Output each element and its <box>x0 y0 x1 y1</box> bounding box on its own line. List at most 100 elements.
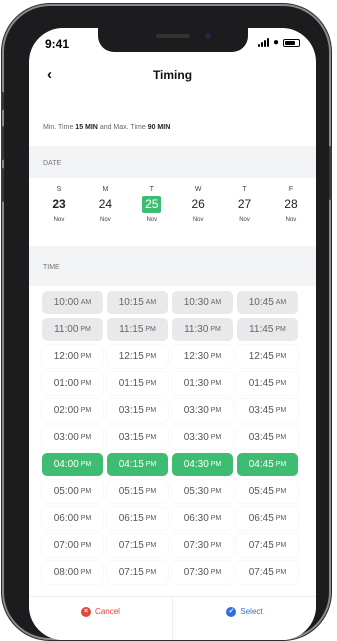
time-slot: 11:30 PM <box>172 318 233 341</box>
time-slot[interactable]: 07:45 PM <box>237 561 298 584</box>
time-slot-grid: 10:00 AM 10:15 AM 10:30 AM 10:45 AM 11:00 PM 11:15… <box>42 291 302 584</box>
slot-time: 05:30 <box>183 486 209 497</box>
time-slot[interactable]: 07:15 PM <box>107 561 168 584</box>
time-slot[interactable]: 03:30 PM <box>172 426 233 449</box>
date-option[interactable]: M 24 Nov <box>93 186 117 223</box>
time-slot[interactable]: 03:00 PM <box>42 426 103 449</box>
slot-time: 04:00 <box>53 459 79 470</box>
time-slot[interactable]: 12:30 PM <box>172 345 233 368</box>
time-slot[interactable]: 07:30 PM <box>172 534 233 557</box>
time-slot[interactable]: 12:15 PM <box>107 345 168 368</box>
min-time-value: 15 MIN <box>75 124 98 131</box>
slot-time: 07:30 <box>183 567 209 578</box>
slot-ampm: AM <box>275 299 287 306</box>
select-button[interactable]: ✓ Select <box>173 597 316 640</box>
time-slot: 11:15 PM <box>107 318 168 341</box>
slot-time: 11:45 <box>249 324 274 335</box>
slot-time: 01:00 <box>53 378 79 389</box>
date-option[interactable]: F 28 Nov <box>279 186 303 223</box>
slot-time: 11:15 <box>119 324 144 335</box>
max-time-value: 90 MIN <box>147 124 171 131</box>
page-title: Timing <box>152 68 193 82</box>
time-slot[interactable]: 12:00 PM <box>42 345 103 368</box>
time-slot[interactable]: 07:00 PM <box>42 534 103 557</box>
date-section-header: DATE <box>29 146 316 178</box>
time-slot[interactable]: 06:45 PM <box>237 507 298 530</box>
time-slot[interactable]: 03:45 PM <box>237 399 298 422</box>
weekday-label: T <box>242 186 247 193</box>
time-slot[interactable]: 07:30 PM <box>172 561 233 584</box>
time-slot[interactable]: 08:00 PM <box>42 561 103 584</box>
phone-frame: 9:41 ● ‹ Timing Min. Time 15 MIN and Max… <box>1 6 332 640</box>
time-slot[interactable]: 03:15 PM <box>107 426 168 449</box>
date-number: 25 <box>142 196 162 213</box>
time-slot[interactable]: 05:15 PM <box>107 480 168 503</box>
select-label: Select <box>240 607 263 616</box>
time-slot[interactable]: 03:30 PM <box>172 399 233 422</box>
slot-time: 03:45 <box>248 432 274 443</box>
time-slot[interactable]: 01:45 PM <box>237 372 298 395</box>
slot-ampm: PM <box>145 542 157 549</box>
time-slot[interactable]: 03:15 PM <box>107 399 168 422</box>
time-slot[interactable]: 04:00 PM <box>42 453 103 476</box>
slot-ampm: PM <box>145 515 157 522</box>
time-slot[interactable]: 07:15 PM <box>107 534 168 557</box>
time-slot[interactable]: 05:00 PM <box>42 480 103 503</box>
date-option[interactable]: S 23 Nov <box>47 186 71 223</box>
volume-down-button <box>1 168 4 202</box>
x-circle-icon: × <box>81 607 92 617</box>
slot-ampm: PM <box>145 407 157 414</box>
slot-time: 11:00 <box>54 324 79 335</box>
slot-time: 01:45 <box>248 378 274 389</box>
time-slot[interactable]: 06:30 PM <box>172 507 233 530</box>
weekday-label: T <box>149 186 154 193</box>
slot-ampm: PM <box>275 488 287 495</box>
time-slot[interactable]: 07:45 PM <box>237 534 298 557</box>
time-slot[interactable]: 05:30 PM <box>172 480 233 503</box>
date-option[interactable]: W 26 Nov <box>186 186 210 223</box>
slot-ampm: PM <box>210 380 222 387</box>
power-button <box>329 146 332 200</box>
time-slot[interactable]: 01:00 PM <box>42 372 103 395</box>
time-slot[interactable]: 12:45 PM <box>237 345 298 368</box>
time-slot[interactable]: 04:15 PM <box>107 453 168 476</box>
slot-time: 07:15 <box>118 540 144 551</box>
cancel-button[interactable]: × Cancel <box>29 597 173 640</box>
time-slot[interactable]: 04:45 PM <box>237 453 298 476</box>
slot-ampm: PM <box>210 542 222 549</box>
slot-time: 11:30 <box>184 324 209 335</box>
slot-time: 03:45 <box>248 405 274 416</box>
slot-ampm: PM <box>210 407 222 414</box>
slot-ampm: PM <box>210 461 222 468</box>
wifi-icon: ● <box>272 37 279 48</box>
time-slot[interactable]: 06:00 PM <box>42 507 103 530</box>
time-slot: 11:45 PM <box>237 318 298 341</box>
slot-ampm: PM <box>145 353 157 360</box>
date-option[interactable]: T 27 Nov <box>233 186 257 223</box>
time-slot[interactable]: 02:00 PM <box>42 399 103 422</box>
date-option[interactable]: T 25 Nov <box>140 186 164 223</box>
min-time-label: Min. Time <box>43 124 74 131</box>
slot-time: 07:45 <box>248 567 274 578</box>
time-slot[interactable]: 03:45 PM <box>237 426 298 449</box>
slot-ampm: PM <box>275 434 287 441</box>
slot-time: 07:30 <box>183 540 209 551</box>
slot-time: 05:15 <box>118 486 144 497</box>
date-number: 27 <box>237 197 252 211</box>
weekday-label: F <box>288 186 294 193</box>
month-label: Nov <box>146 217 158 223</box>
time-slot[interactable]: 06:15 PM <box>107 507 168 530</box>
weekday-label: S <box>56 186 62 193</box>
time-slot[interactable]: 04:30 PM <box>172 453 233 476</box>
slot-ampm: PM <box>145 488 157 495</box>
time-slot[interactable]: 01:30 PM <box>172 372 233 395</box>
time-slot[interactable]: 05:45 PM <box>237 480 298 503</box>
time-slot: 10:15 AM <box>107 291 168 314</box>
weekday-label: W <box>194 186 202 193</box>
month-label: Nov <box>285 217 297 223</box>
time-slot[interactable]: 01:15 PM <box>107 372 168 395</box>
time-slot: 10:45 AM <box>237 291 298 314</box>
slot-time: 06:15 <box>118 513 144 524</box>
slot-time: 01:15 <box>118 378 144 389</box>
slot-time: 04:45 <box>248 459 274 470</box>
